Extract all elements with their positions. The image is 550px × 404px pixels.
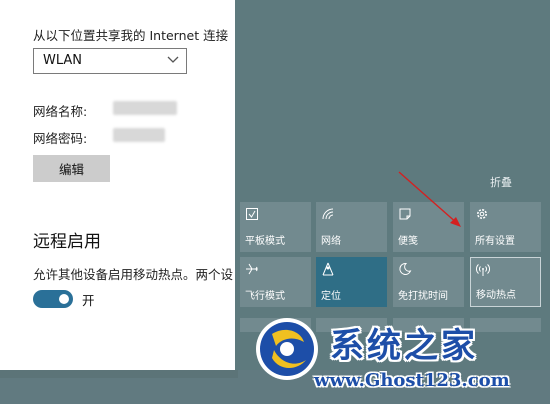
toggle-knob	[59, 294, 69, 304]
quick-action-tablet-mode[interactable]: 平板模式	[240, 202, 311, 252]
mobile-hotspot-settings-panel: 从以下位置共享我的 Internet 连接 WLAN 网络名称: 网络密码: 编…	[0, 0, 235, 370]
watermark-url: www.Ghost123.com	[314, 370, 510, 391]
gear-icon	[477, 209, 487, 219]
quick-action-mobile-hotspot[interactable]: 移动热点	[470, 257, 541, 307]
airplane-icon	[246, 263, 258, 275]
network-name-label: 网络名称:	[33, 104, 88, 119]
quick-action-quiet-hours[interactable]: 免打扰时间	[393, 257, 464, 307]
taskbar-shadow	[0, 370, 238, 378]
hotspot-icon	[476, 264, 490, 276]
collapse-link[interactable]: 折叠	[490, 174, 512, 190]
share-connection-label: 从以下位置共享我的 Internet 连接	[33, 28, 229, 43]
tile-label: 定位	[321, 291, 341, 302]
network-icon	[322, 208, 334, 220]
tile-label: 网络	[321, 236, 341, 247]
edit-button[interactable]: 编辑	[33, 155, 110, 182]
quick-action-all-settings[interactable]: 所有设置	[470, 202, 541, 252]
tile-label: 平板模式	[245, 236, 285, 247]
network-password-value-redacted	[113, 128, 165, 142]
toggle-state-label: 开	[82, 293, 95, 308]
tile-label: 飞行模式	[245, 291, 285, 302]
location-icon	[322, 262, 334, 276]
tile-label: 所有设置	[475, 236, 515, 247]
network-password-label: 网络密码:	[33, 131, 88, 146]
tile-label: 移动热点	[476, 290, 516, 301]
chevron-down-icon	[167, 56, 179, 63]
remote-enable-description: 允许其他设备启用移动热点。两个设	[33, 267, 234, 282]
moon-icon	[399, 262, 412, 275]
tile-label: 免打扰时间	[398, 291, 448, 302]
quick-action-location[interactable]: 定位	[316, 257, 387, 307]
quick-action-airplane-mode[interactable]: 飞行模式	[240, 257, 311, 307]
tile-label: 便笺	[398, 236, 418, 247]
remote-enable-heading: 远程启用	[33, 232, 101, 252]
tablet-mode-icon	[246, 208, 258, 220]
remote-enable-toggle[interactable]	[33, 290, 73, 308]
annotation-arrow-icon	[398, 171, 461, 227]
watermark-title: 系统之家	[330, 326, 478, 366]
quick-action-network[interactable]: 网络	[316, 202, 387, 252]
network-name-value-redacted	[113, 101, 177, 115]
share-connection-select[interactable]: WLAN	[33, 48, 187, 74]
watermark-logo-icon	[256, 318, 318, 380]
site-watermark: 系统之家 www.Ghost123.com	[248, 312, 548, 404]
share-connection-value: WLAN	[43, 53, 83, 68]
